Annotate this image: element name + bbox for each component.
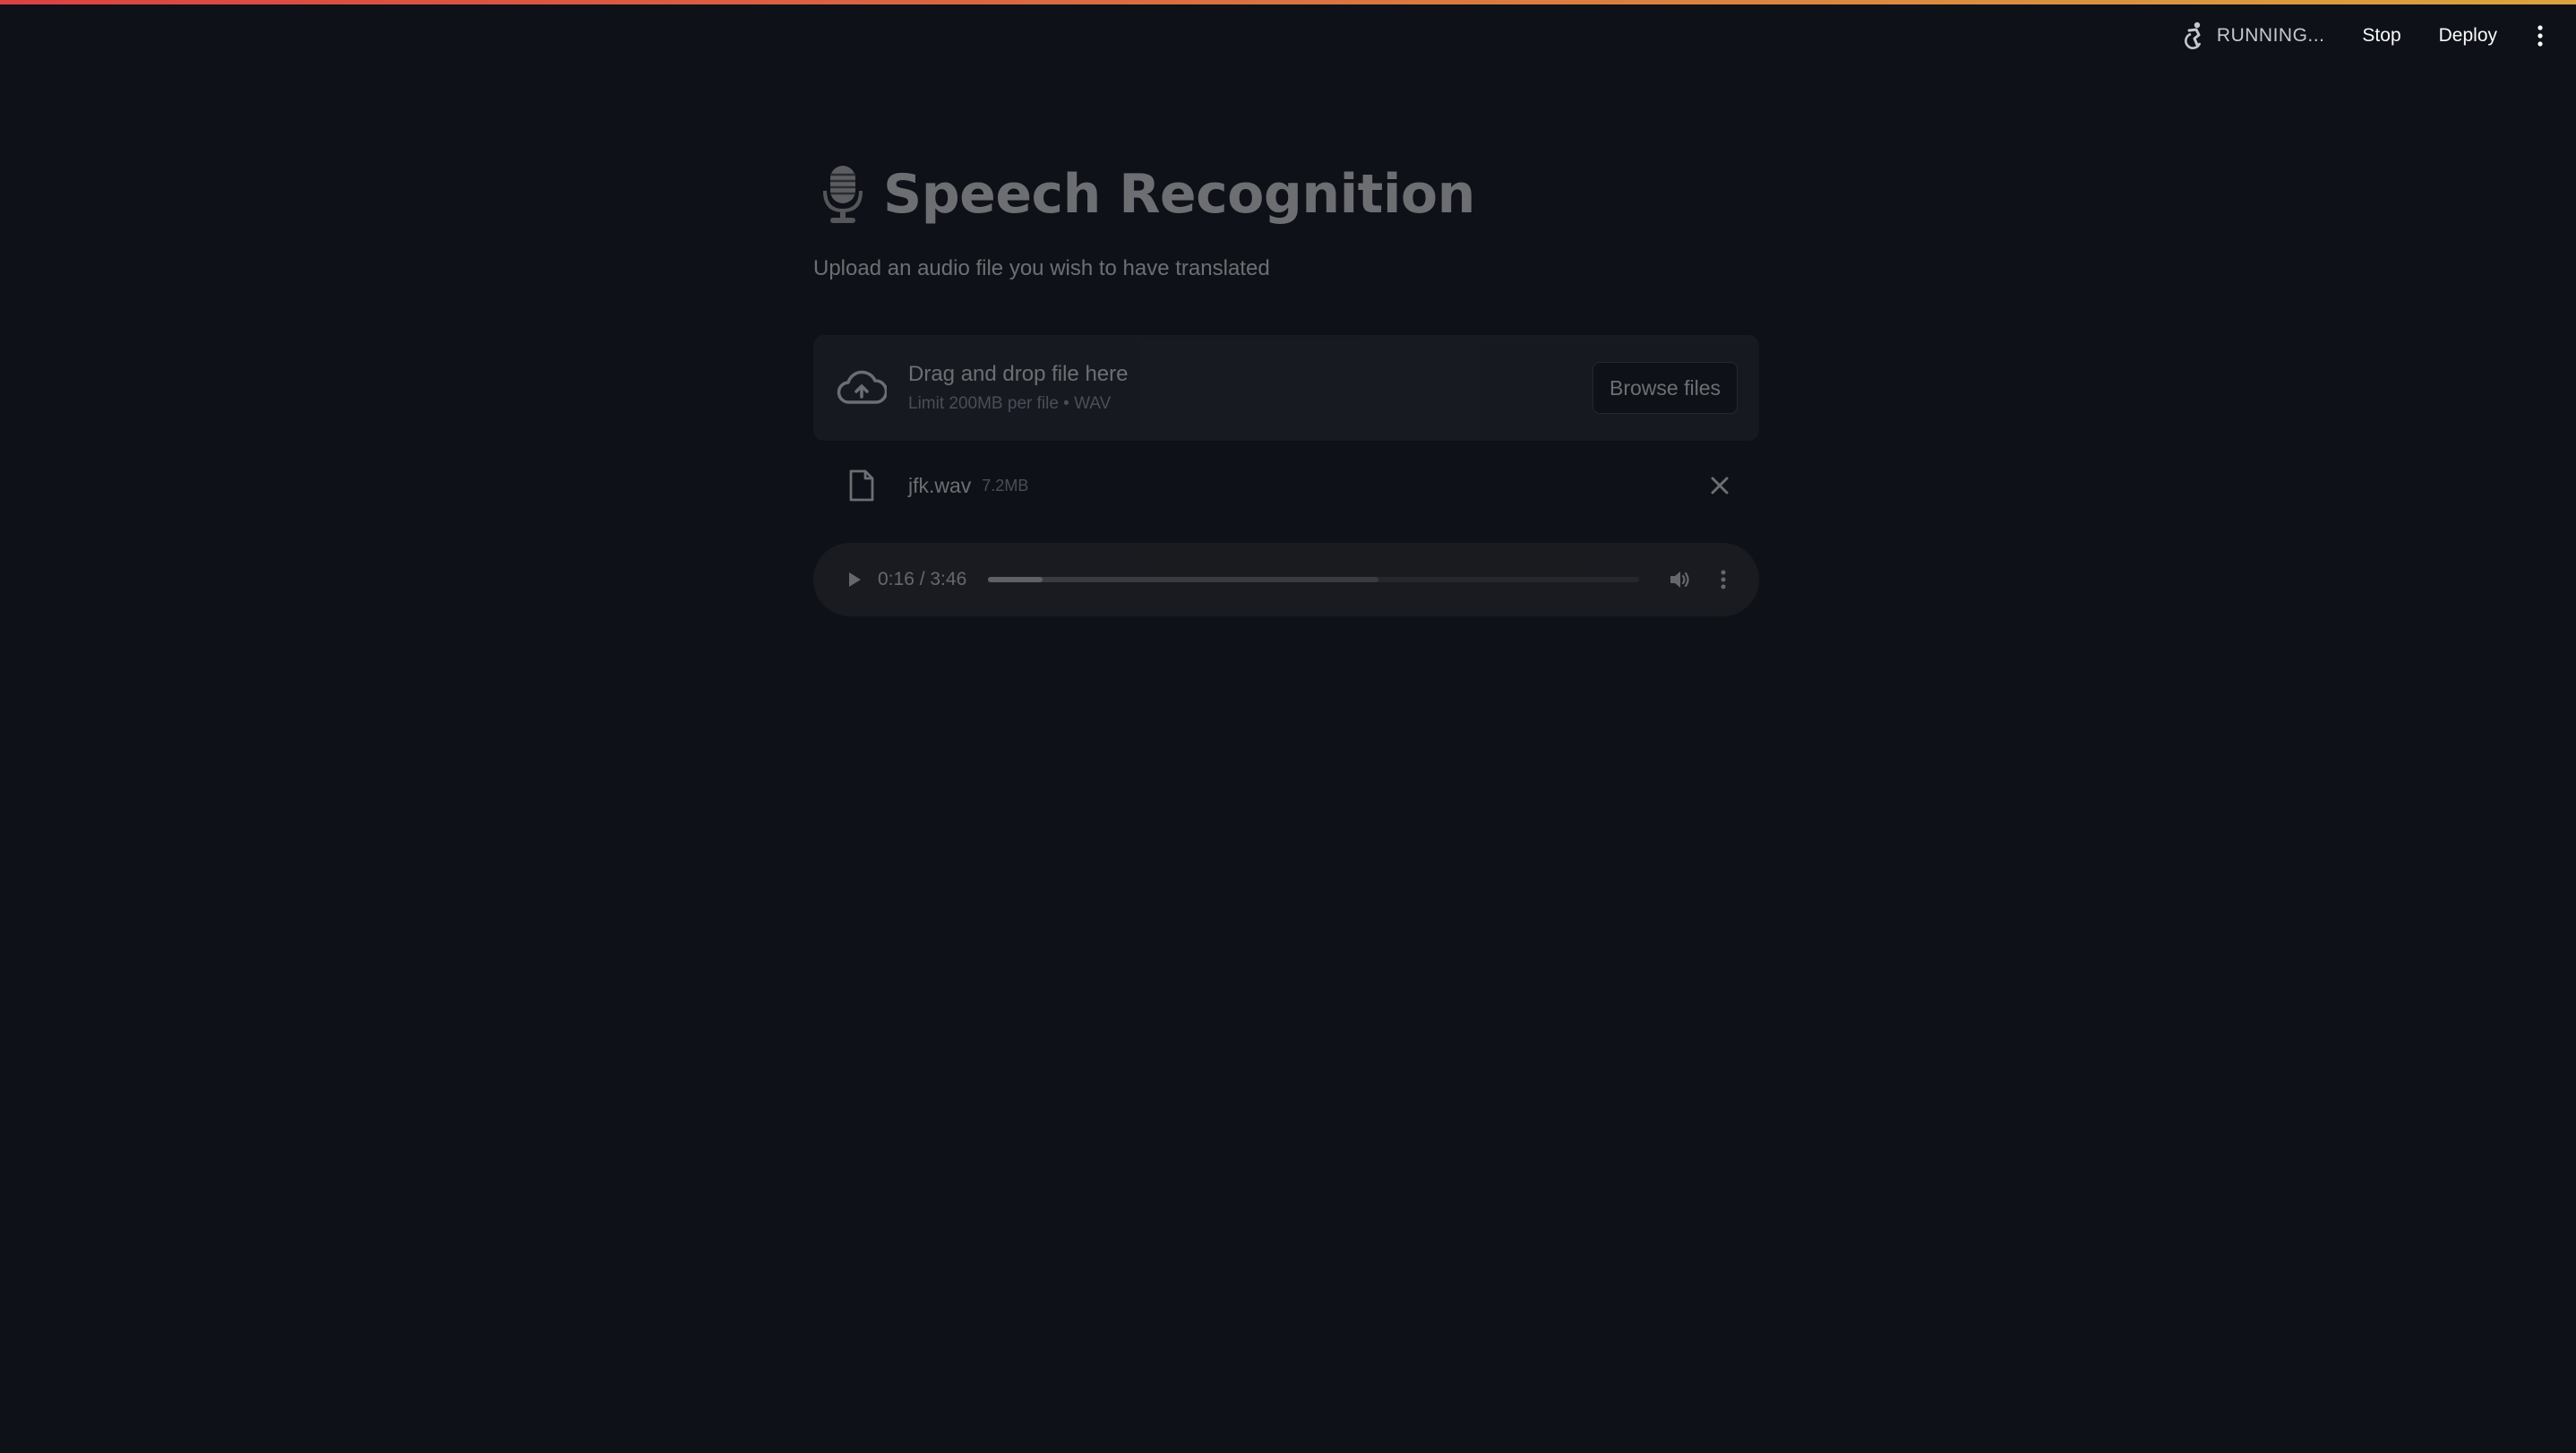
vertical-dots-icon[interactable]: [2522, 18, 2558, 54]
seek-bar[interactable]: [988, 577, 1639, 582]
file-dropzone[interactable]: Drag and drop file here Limit 200MB per …: [813, 335, 1759, 441]
deploy-button[interactable]: Deploy: [2426, 18, 2510, 54]
dropzone-instructions: Drag and drop file here Limit 200MB per …: [908, 362, 1593, 414]
page-subtitle: Upload an audio file you wish to have tr…: [813, 256, 1270, 280]
playback-time: 0:16 / 3:46: [878, 569, 967, 589]
header-toolbar: RUNNING... Stop Deploy: [2176, 16, 2558, 56]
microphone-icon: [813, 159, 872, 229]
main-content: Speech Recognition Upload an audio file …: [813, 154, 1759, 616]
running-figure-icon: [2176, 18, 2211, 54]
page-header: Speech Recognition: [813, 154, 1759, 235]
audio-player: 0:16 / 3:46: [813, 543, 1759, 616]
file-size: 7.2MB: [982, 476, 1029, 494]
buffered-range: [988, 577, 1379, 582]
stop-button[interactable]: Stop: [2349, 18, 2413, 54]
file-icon: [835, 459, 889, 512]
top-decoration-bar: [0, 0, 2576, 4]
volume-icon[interactable]: [1662, 562, 1698, 598]
more-options-icon[interactable]: [1705, 562, 1741, 598]
running-status-text: RUNNING...: [2216, 25, 2325, 46]
dropzone-limit: Limit 200MB per file • WAV: [908, 394, 1112, 413]
browse-files-button[interactable]: Browse files: [1593, 362, 1738, 414]
page-title: Speech Recognition: [883, 163, 1475, 226]
played-range: [988, 577, 1043, 582]
dropzone-title: Drag and drop file here: [908, 362, 1129, 386]
file-name: jfk.wav: [908, 473, 972, 497]
uploaded-file-row: jfk.wav 7.2MB: [813, 448, 1759, 523]
cloud-upload-icon: [835, 361, 889, 415]
play-icon[interactable]: [838, 563, 871, 596]
close-icon[interactable]: [1702, 468, 1738, 503]
